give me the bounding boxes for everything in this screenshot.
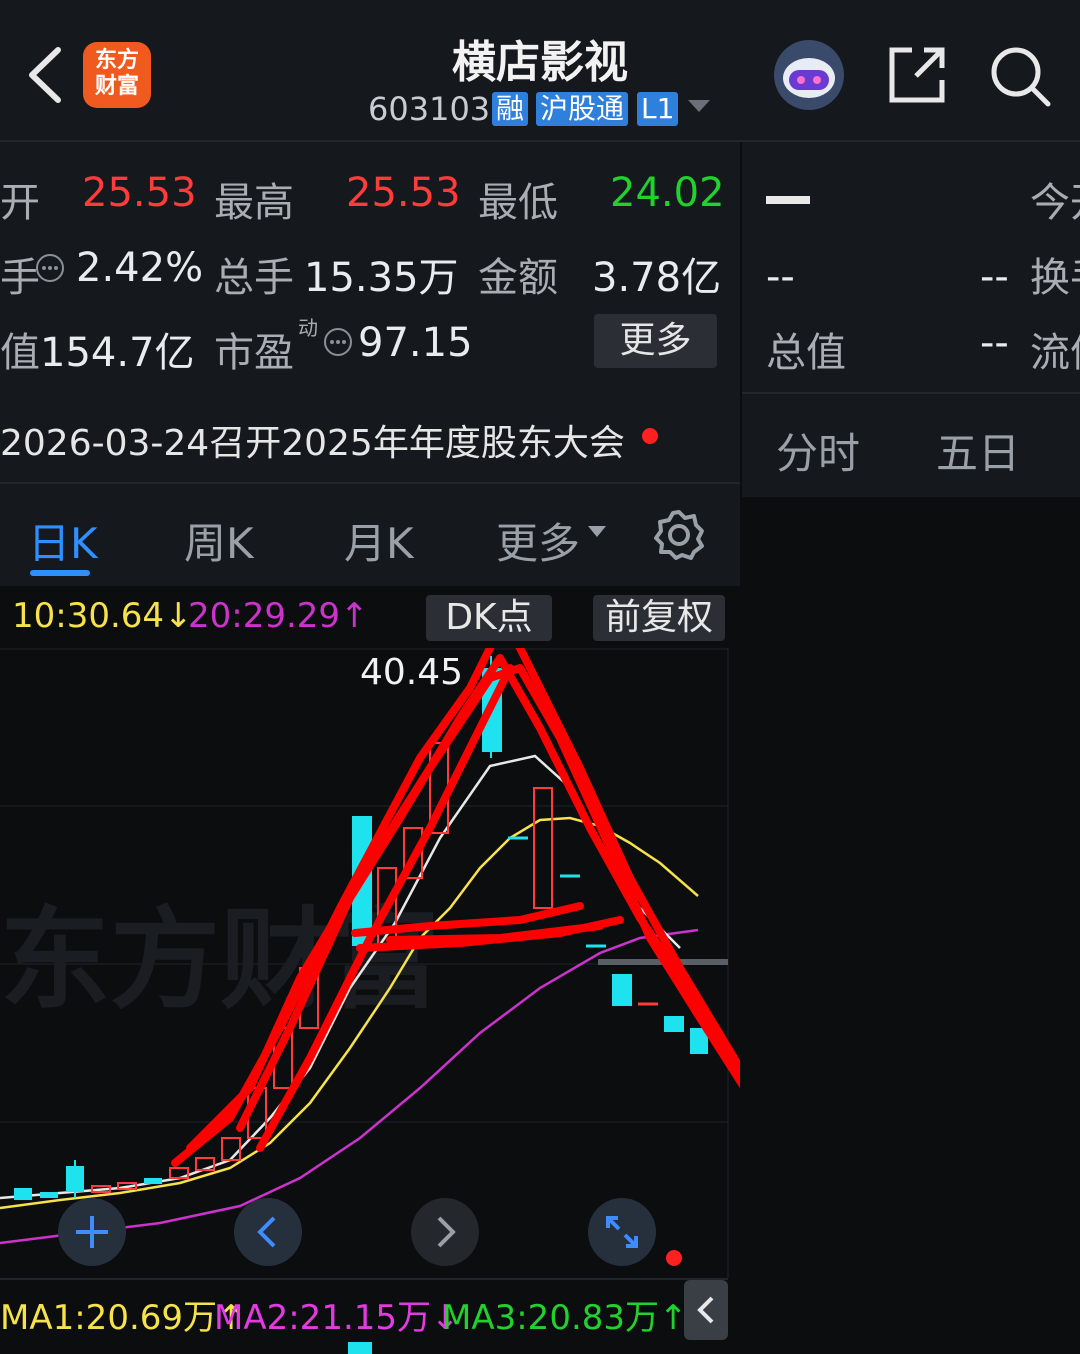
marketcap-value: 154.7亿 — [40, 330, 195, 376]
caret-down-icon[interactable] — [688, 100, 710, 114]
candle — [221, 1137, 241, 1161]
placeholder-value: -- — [766, 254, 795, 300]
dk-point-button[interactable]: DK点 — [426, 595, 552, 641]
pe-value: 97.15 — [358, 320, 473, 366]
open-value: 25.53 — [82, 170, 197, 216]
peak-price-label: 40.45 — [360, 652, 463, 693]
candle — [664, 1016, 684, 1032]
ma10-value: 10:30.64 — [12, 596, 165, 636]
plus-icon — [76, 1216, 108, 1248]
candle — [66, 1166, 84, 1192]
vol-ma1-value: MA1:20.69万 — [0, 1298, 218, 1338]
high-value: 25.53 — [346, 170, 461, 216]
high-label: 最高 — [214, 180, 294, 226]
vol-ma3-value: MA3:20.83万 — [442, 1298, 660, 1338]
candle — [144, 1178, 162, 1184]
caret-down-icon — [588, 526, 606, 537]
tag-connect: 沪股通 — [536, 92, 629, 126]
app-logo: 东方 财富 — [83, 42, 151, 108]
chevron-left-icon — [257, 1216, 276, 1248]
vol-ma2-value: MA2:21.15万 — [214, 1298, 432, 1338]
chevron-left-icon[interactable] — [22, 44, 66, 106]
placeholder-value: -- — [980, 254, 1009, 300]
tab-daily-k[interactable]: 日K — [28, 510, 98, 571]
more-button[interactable]: 更多 — [594, 314, 717, 368]
chevron-left-icon — [697, 1296, 714, 1324]
tab-five-day[interactable]: 五日 — [936, 420, 1020, 481]
low-value: 24.02 — [610, 170, 725, 216]
volume-bar — [348, 1342, 372, 1354]
ma20-value: 20:29.29 — [188, 596, 341, 636]
candle — [612, 974, 632, 1006]
watermark: 东方财富 — [0, 896, 440, 1024]
volume-label: 总手 — [214, 255, 294, 301]
candle — [40, 1192, 58, 1198]
divider — [0, 1278, 728, 1280]
divider — [742, 392, 1080, 394]
volume-value: 15.35万 — [304, 255, 459, 301]
arrow-up-icon: ↑ — [340, 596, 369, 636]
amount-label: 金额 — [478, 255, 558, 301]
tag-margin: 融 — [492, 92, 529, 126]
info-icon[interactable] — [34, 252, 66, 284]
candle — [14, 1188, 32, 1200]
vol-ma3-legend: MA3:20.83万↑ — [442, 1290, 688, 1339]
share-icon[interactable] — [886, 44, 948, 106]
gear-icon[interactable] — [652, 508, 706, 562]
tag-level: L1 — [637, 92, 679, 126]
ma20-legend: 20:29.29↑ — [188, 596, 369, 636]
adjust-button[interactable]: 前复权 — [593, 595, 725, 641]
announcement-text[interactable]: 2026-03-24召开2025年年度股东大会 — [0, 414, 625, 466]
expand-icon — [606, 1216, 638, 1248]
intraday-chart-empty — [742, 497, 1080, 1354]
notification-dot — [666, 1250, 682, 1266]
robot-avatar-icon[interactable] — [772, 38, 846, 112]
unread-dot — [642, 428, 658, 444]
open-label: 开 — [0, 180, 40, 226]
chevron-right-icon — [437, 1216, 456, 1248]
ma10-legend: 10:30.64↓ — [12, 596, 193, 636]
tab-monthly-k[interactable]: 月K — [344, 510, 414, 571]
pe-label: 市盈 — [214, 330, 294, 376]
kline-chart[interactable]: 东方财富 40.45 — [0, 648, 740, 1288]
placeholder-value: -- — [980, 320, 1009, 366]
float-value-label: 流值 — [1030, 330, 1080, 376]
active-tab-indicator — [30, 570, 90, 576]
pe-dynamic-sup: 动 — [298, 316, 318, 340]
total-value-label: 总值 — [766, 330, 846, 376]
today-open-label: 今开 — [1030, 180, 1080, 226]
info-icon[interactable] — [322, 326, 354, 358]
vol-ma2-legend: MA2:21.15万↓ — [214, 1290, 460, 1339]
turnover-label: 换手 — [1030, 255, 1080, 301]
stock-name: 横店影视 — [452, 37, 628, 88]
turnover-value: 2.42% — [76, 245, 204, 291]
search-icon[interactable] — [988, 44, 1052, 108]
tab-weekly-k[interactable]: 周K — [184, 510, 254, 571]
low-label: 最低 — [478, 180, 558, 226]
vol-ma1-legend: MA1:20.69万↑ — [0, 1290, 246, 1339]
placeholder-dash — [766, 196, 810, 204]
stock-code: 603103 — [368, 90, 491, 128]
amount-value: 3.78亿 — [592, 255, 722, 301]
marketcap-label: 值 — [0, 330, 40, 376]
tab-more[interactable]: 更多 — [496, 510, 580, 571]
tab-intraday[interactable]: 分时 — [776, 420, 860, 481]
